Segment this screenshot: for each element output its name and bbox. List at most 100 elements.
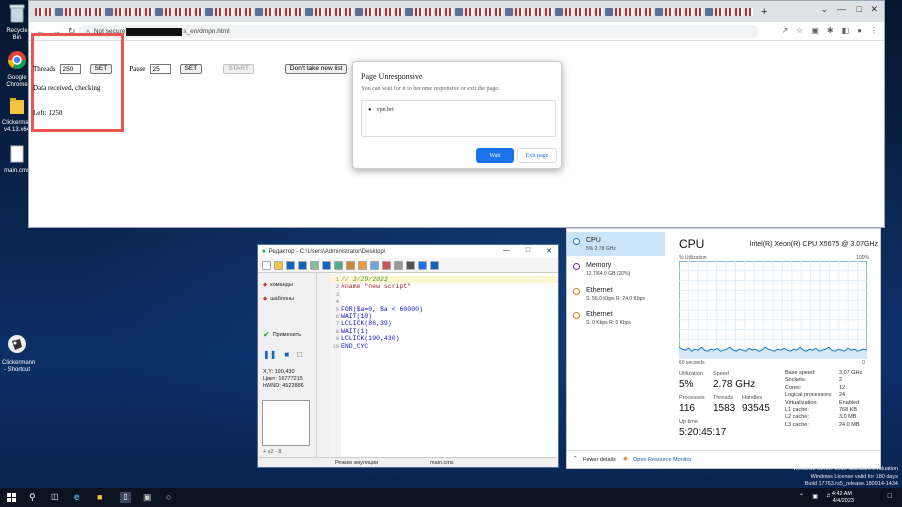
browser-tab[interactable] — [565, 8, 573, 16]
resource-cpu[interactable]: CPU 5% 2.78 GHz — [567, 232, 665, 256]
browser-tab[interactable] — [545, 8, 553, 16]
browser-tab[interactable] — [705, 8, 713, 16]
browser-tab[interactable] — [285, 8, 293, 16]
code-line[interactable]: 2 #name "new script" — [329, 283, 412, 290]
browser-tab[interactable] — [425, 8, 433, 16]
threads-set-button[interactable]: SET — [89, 64, 113, 74]
browser-tab[interactable] — [635, 8, 643, 16]
editor-close-icon[interactable]: ✕ — [546, 247, 552, 255]
browser-tab[interactable] — [365, 8, 373, 16]
browser-tab[interactable] — [665, 8, 673, 16]
puzzle-icon[interactable]: ✱ — [827, 26, 834, 35]
pause-input[interactable] — [149, 64, 171, 74]
browser-tab[interactable] — [595, 8, 603, 16]
browser-tab[interactable] — [45, 8, 53, 16]
notifications-icon[interactable]: □ — [888, 493, 892, 500]
browser-tab[interactable] — [555, 8, 563, 16]
browser-tab[interactable] — [735, 8, 743, 16]
browser-tab[interactable] — [535, 8, 543, 16]
browser-tab[interactable] — [195, 8, 203, 16]
code-line[interactable]: 5 FOR($a=0, $a < 60000) — [329, 306, 423, 313]
zoom-controls[interactable]: + x2 - 8 — [263, 449, 282, 455]
resource-ethernet-2[interactable]: Ethernet S: 0 Kbps R: 0 Kbps — [567, 306, 665, 330]
browser-tab[interactable] — [175, 8, 183, 16]
code-line[interactable]: 6 WAIT(10) — [329, 313, 373, 320]
editor-splitter[interactable] — [317, 273, 329, 457]
browser-tab[interactable] — [295, 8, 303, 16]
browser-tab[interactable] — [685, 8, 693, 16]
record-icon[interactable] — [382, 260, 391, 270]
picker-icon[interactable] — [358, 260, 367, 270]
browser-tab[interactable] — [585, 8, 593, 16]
menu-icon[interactable]: ⋮ — [870, 26, 878, 35]
code-line[interactable]: 9 LCLICK(190,430) — [329, 335, 400, 342]
notepad-taskbar-icon[interactable]: ▯ — [120, 492, 131, 503]
tray-chevron-icon[interactable]: ⌃ — [799, 493, 804, 500]
pause-icon[interactable]: ❚❚ — [263, 350, 276, 359]
ruler-icon[interactable] — [346, 260, 355, 270]
browser-tab[interactable] — [215, 8, 223, 16]
help-icon[interactable] — [430, 260, 439, 270]
resource-memory[interactable]: Memory 12.7/64.0 GB (20%) — [567, 257, 665, 281]
browser-tab[interactable] — [325, 8, 333, 16]
browser-tab[interactable] — [655, 8, 663, 16]
browser-tab[interactable] — [445, 8, 453, 16]
open-resource-monitor-link[interactable]: Open Resource Monitor — [633, 457, 691, 463]
share-icon[interactable]: ↗ — [781, 26, 788, 35]
apply-button[interactable]: ✔ Применить — [263, 330, 301, 339]
browser-tab[interactable] — [85, 8, 93, 16]
browser-tab[interactable] — [395, 8, 403, 16]
browser-tab[interactable] — [315, 8, 323, 16]
chevron-up-icon[interactable]: ⌃ — [573, 456, 578, 462]
stop-icon[interactable]: ■ — [284, 350, 289, 359]
clock-date[interactable]: 4/4/2023 — [833, 498, 854, 504]
panel-icon[interactable]: □ — [297, 350, 302, 359]
minimize-icon[interactable]: — — [837, 4, 846, 14]
code-line[interactable]: 4 — [329, 298, 341, 305]
browser-tab[interactable] — [155, 8, 163, 16]
save-as-icon[interactable] — [298, 260, 307, 270]
browser-tab[interactable] — [135, 8, 143, 16]
lock-icon[interactable] — [394, 260, 403, 270]
browser-tab[interactable] — [115, 8, 123, 16]
search-icon[interactable]: ⚲ — [29, 492, 40, 503]
browser-tab[interactable] — [35, 8, 43, 16]
clickermann-shortcut[interactable]: Clickermann - Shortcut — [2, 333, 35, 374]
exit-page-button[interactable]: Exit page — [517, 148, 557, 163]
browser-tab[interactable] — [355, 8, 363, 16]
browser-tab[interactable] — [475, 8, 483, 16]
dont-take-new-list-button[interactable]: Don't take new list — [284, 64, 348, 74]
code-line[interactable]: 10 END_CYC — [329, 343, 368, 350]
browser-tab[interactable] — [235, 8, 243, 16]
commands-item[interactable]: ◆ команды — [263, 282, 293, 288]
open-folder-icon[interactable] — [274, 260, 283, 270]
browser-tab[interactable] — [675, 8, 683, 16]
undo-icon[interactable] — [310, 260, 319, 270]
edge-icon[interactable]: e — [74, 492, 85, 503]
browser-tab[interactable] — [645, 8, 653, 16]
browser-tab[interactable] — [715, 8, 723, 16]
browser-tab[interactable] — [145, 8, 153, 16]
browser-tab[interactable] — [225, 8, 233, 16]
code-line[interactable]: 7 LCLICK(86,39) — [329, 320, 392, 327]
browser-tab[interactable] — [105, 8, 113, 16]
browser-tab[interactable] — [725, 8, 733, 16]
browser-tab[interactable] — [455, 8, 463, 16]
browser-tab[interactable] — [335, 8, 343, 16]
close-icon[interactable]: ✕ — [870, 4, 878, 15]
browser-tab[interactable] — [265, 8, 273, 16]
browser-tab[interactable] — [205, 8, 213, 16]
new-file-icon[interactable] — [262, 260, 271, 270]
browser-tab[interactable] — [505, 8, 513, 16]
chevron-down-icon[interactable]: ⌄ — [820, 4, 828, 15]
code-line[interactable]: 3 — [329, 291, 341, 298]
browser-tab[interactable] — [125, 8, 133, 16]
browser-tab[interactable] — [405, 8, 413, 16]
fewer-details-link[interactable]: Fewer details — [583, 457, 616, 463]
browser-tab[interactable] — [55, 8, 63, 16]
clock-time[interactable]: 4:42 AM — [832, 491, 852, 497]
hand-icon[interactable] — [370, 260, 379, 270]
file-explorer-icon[interactable]: ■ — [97, 492, 108, 503]
browser-tab[interactable] — [65, 8, 73, 16]
browser-tab[interactable] — [525, 8, 533, 16]
